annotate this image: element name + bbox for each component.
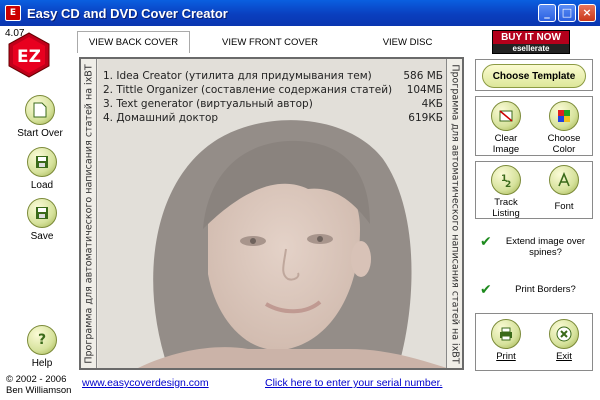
color-palette-icon (549, 101, 579, 131)
floppy-save-icon (27, 198, 57, 228)
extend-image-option[interactable]: ✔ Extend image over spines? (480, 234, 595, 258)
file-size: 586 МБ (403, 70, 443, 82)
print-button[interactable]: Print (478, 319, 534, 362)
minimize-button[interactable]: _ (538, 4, 556, 22)
tab-back-cover[interactable]: VIEW BACK COVER (77, 31, 190, 53)
exit-x-icon (549, 319, 579, 349)
tab-disc[interactable]: VIEW DISC (350, 31, 465, 53)
floppy-load-icon (27, 147, 57, 177)
right-spine: Программа для автоматического написания … (446, 59, 462, 368)
start-over-button[interactable]: Start Over (10, 95, 70, 139)
save-label: Save (30, 231, 54, 242)
file-name: 2. Tittle Organizer (составление содержа… (103, 84, 393, 96)
font-button[interactable]: Font (536, 165, 592, 212)
printer-icon (491, 319, 521, 349)
print-borders-option[interactable]: ✔ Print Borders? (480, 282, 595, 298)
print-label: Print (496, 351, 516, 362)
help-label: Help (31, 358, 53, 369)
file-row: 1. Idea Creator (утилита для придумывани… (103, 69, 443, 83)
font-label: Font (554, 201, 574, 212)
copyright: © 2002 - 2006 Ben Williamson (6, 374, 71, 396)
copyright-line-1: © 2002 - 2006 (6, 374, 67, 385)
choose-template-button[interactable]: Choose Template (482, 64, 586, 88)
extend-image-label: Extend image over spines? (505, 236, 586, 258)
track-listing-label: Track Listing (492, 197, 520, 219)
choose-color-label: Choose Color (547, 133, 581, 155)
text-tools-panel: 12 Track Listing Font (475, 161, 593, 219)
exit-label: Exit (556, 351, 572, 362)
file-size: 104МБ (406, 84, 443, 96)
print-exit-panel: Print Exit (475, 313, 593, 371)
serial-number-link[interactable]: Click here to enter your serial number. (265, 377, 442, 389)
checkmark-icon: ✔ (480, 282, 492, 298)
track-listing-button[interactable]: 12 Track Listing (478, 165, 534, 219)
exit-button[interactable]: Exit (536, 319, 592, 362)
buy-it-now-button[interactable]: BUY IT NOW esellerate (492, 30, 570, 54)
file-list: 1. Idea Creator (утилита для придумывани… (103, 69, 443, 125)
file-size: 619КБ (408, 112, 443, 124)
question-mark-icon: ? (27, 325, 57, 355)
file-name: 3. Text generator (виртуальный автор) (103, 98, 313, 110)
clear-image-icon (491, 101, 521, 131)
file-size: 4КБ (421, 98, 443, 110)
track-listing-icon: 12 (491, 165, 521, 195)
ez-logo: EZ (6, 32, 52, 78)
start-over-label: Start Over (17, 128, 63, 139)
website-link[interactable]: www.easycoverdesign.com (82, 377, 209, 389)
cover-preview[interactable]: Программа для автоматического написания … (79, 57, 464, 370)
window-title: Easy CD and DVD Cover Creator (27, 5, 228, 21)
file-name: 4. Домашний доктор (103, 112, 219, 124)
file-row: 2. Tittle Organizer (составление содержа… (103, 83, 443, 97)
title-bar[interactable]: E Easy CD and DVD Cover Creator _ □ × (0, 0, 600, 26)
clear-image-button[interactable]: Clear Image (478, 101, 534, 155)
close-button[interactable]: × (578, 4, 596, 22)
tab-front-cover[interactable]: VIEW FRONT COVER (190, 31, 350, 53)
image-tools-panel: Clear Image Choose Color (475, 96, 593, 156)
logo-text: EZ (17, 47, 41, 67)
print-borders-label: Print Borders? (515, 284, 576, 295)
file-row: 3. Text generator (виртуальный автор) 4К… (103, 97, 443, 111)
app-icon: E (5, 5, 21, 21)
buy-it-now-text: BUY IT NOW (493, 31, 569, 44)
copyright-line-2: Ben Williamson (6, 385, 72, 396)
load-button[interactable]: Load (12, 147, 72, 191)
checkmark-icon: ✔ (480, 234, 492, 250)
choose-color-button[interactable]: Choose Color (536, 101, 592, 155)
font-icon (549, 165, 579, 195)
help-button[interactable]: ? Help (12, 325, 72, 369)
new-document-icon (25, 95, 55, 125)
maximize-button[interactable]: □ (558, 4, 576, 22)
esellerate-text: esellerate (493, 44, 569, 53)
right-spine-text: Программа для автоматического написания … (449, 63, 460, 364)
file-name: 1. Idea Creator (утилита для придумывани… (103, 70, 372, 82)
left-spine: Программа для автоматического написания … (81, 59, 97, 368)
file-row: 4. Домашний доктор 619КБ (103, 111, 443, 125)
clear-image-label: Clear Image (492, 133, 520, 155)
template-panel: Choose Template (475, 59, 593, 91)
left-spine-text: Программа для автоматического написания … (83, 63, 94, 364)
view-tabs: VIEW BACK COVER VIEW FRONT COVER VIEW DI… (77, 31, 465, 53)
save-button[interactable]: Save (12, 198, 72, 242)
svg-text:2: 2 (505, 180, 511, 188)
load-label: Load (30, 180, 54, 191)
